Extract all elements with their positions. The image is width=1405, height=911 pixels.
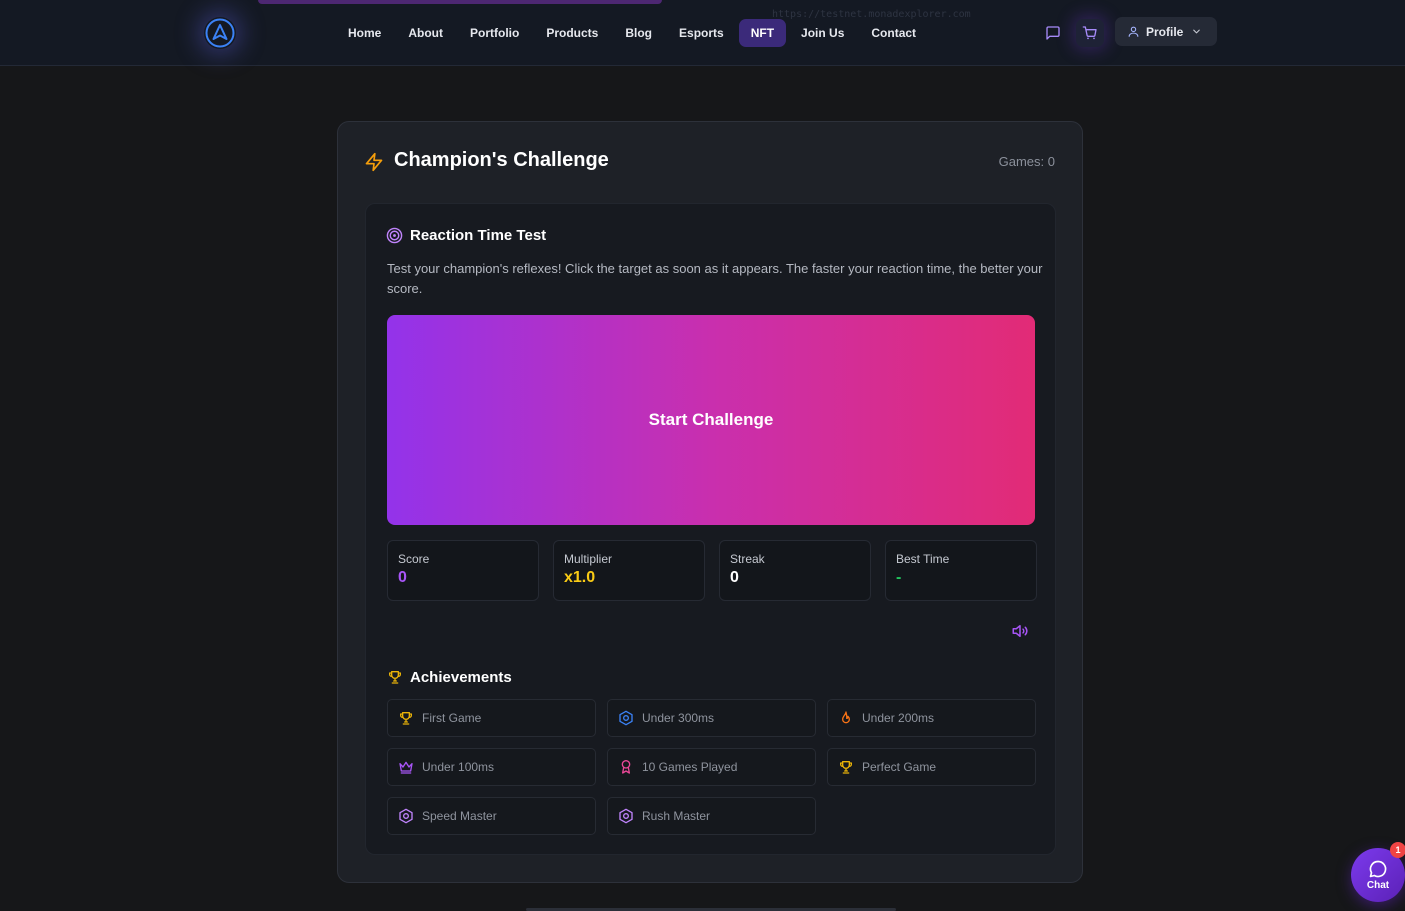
stat-value: 0 (398, 569, 407, 586)
top-navbar: https://testnet.monadexplorer.com Home A… (0, 0, 1405, 66)
panel-description: Test your champion's reflexes! Click the… (387, 261, 1043, 296)
profile-label: Profile (1146, 24, 1184, 39)
achievement-speed-master: Speed Master (387, 797, 596, 835)
hexagon-icon (619, 710, 633, 726)
nav-link-esports[interactable]: Esports (667, 19, 736, 47)
achievement-label: Under 300ms (642, 711, 715, 725)
nav-link-contact[interactable]: Contact (859, 19, 928, 47)
stat-label: Score (398, 552, 430, 566)
achievement-rush-master: Rush Master (607, 797, 816, 835)
nav-link-products[interactable]: Products (534, 19, 610, 47)
achievement-label: Under 100ms (422, 760, 495, 774)
achievement-under-300ms: Under 300ms (607, 699, 816, 737)
nav-glow-bar (258, 0, 662, 4)
stat-label: Multiplier (564, 552, 613, 566)
achievement-label: 10 Games Played (642, 760, 738, 774)
nav-links: Home About Portfolio Products Blog Espor… (336, 19, 931, 47)
award-icon (621, 760, 631, 774)
achievement-label: Speed Master (422, 809, 497, 823)
stat-value: 0 (730, 569, 739, 586)
volume-icon[interactable] (1011, 622, 1029, 640)
trophy-icon (840, 761, 852, 774)
hexagon-icon (619, 808, 633, 824)
achievements-grid: First Game Under 300ms Under 200ms Under… (387, 699, 1037, 835)
stat-best-time: Best Time - (885, 540, 1037, 601)
nav-link-nft[interactable]: NFT (738, 19, 787, 47)
nav-link-home[interactable]: Home (336, 19, 393, 47)
card-title: Champion's Challenge (394, 149, 609, 171)
navigation-arrow-icon[interactable] (204, 17, 236, 49)
achievement-under-100ms: Under 100ms (387, 748, 596, 786)
achievement-first-game: First Game (387, 699, 596, 737)
user-icon (1128, 26, 1139, 37)
chevron-down-icon (1193, 29, 1201, 34)
stat-value: x1.0 (564, 569, 596, 586)
champions-challenge-card: Champion's Challenge Games: 0 Reaction T… (337, 121, 1083, 883)
trophy-icon (389, 671, 401, 684)
zap-icon (365, 152, 383, 172)
nav-link-portfolio[interactable]: Portfolio (458, 19, 531, 47)
chat-label: Chat (1366, 880, 1390, 891)
target-icon (386, 227, 403, 244)
messages-button[interactable] (1039, 19, 1067, 47)
chat-notification-badge: 1 (1390, 842, 1405, 858)
cart-button[interactable] (1076, 19, 1104, 47)
panel-title: Reaction Time Test (410, 227, 547, 244)
achievement-label: Under 200ms (862, 711, 935, 725)
achievement-label: First Game (422, 711, 482, 725)
games-count: Games: 0 (998, 154, 1055, 169)
stat-value: - (896, 569, 902, 586)
message-square-icon (1046, 26, 1060, 40)
trophy-icon (400, 712, 412, 725)
achievement-perfect-game: Perfect Game (827, 748, 1036, 786)
nav-link-about[interactable]: About (396, 19, 455, 47)
stat-label: Best Time (896, 552, 950, 566)
profile-button[interactable]: Profile (1115, 17, 1217, 46)
achievement-label: Perfect Game (862, 760, 937, 774)
achievements-title: Achievements (410, 669, 512, 686)
nav-link-join-us[interactable]: Join Us (789, 19, 856, 47)
crown-icon (399, 761, 413, 774)
flame-icon (842, 711, 850, 724)
achievement-under-200ms: Under 200ms (827, 699, 1036, 737)
chat-bubble-icon (1369, 860, 1387, 878)
stats-row: Score 0 Multiplier x1.0 Streak 0 Best Ti… (387, 540, 1037, 601)
achievement-label: Rush Master (642, 809, 711, 823)
stat-score: Score 0 (387, 540, 539, 601)
achievement-10-games-played: 10 Games Played (607, 748, 816, 786)
nav-link-blog[interactable]: Blog (613, 19, 664, 47)
start-challenge-button[interactable]: Start Challenge (387, 315, 1035, 525)
stat-label: Streak (730, 552, 765, 566)
stat-streak: Streak 0 (719, 540, 871, 601)
shopping-cart-icon (1082, 26, 1097, 40)
hexagon-icon (399, 808, 413, 824)
reaction-test-panel: Reaction Time Test Test your champion's … (365, 203, 1056, 855)
stat-multiplier: Multiplier x1.0 (553, 540, 705, 601)
